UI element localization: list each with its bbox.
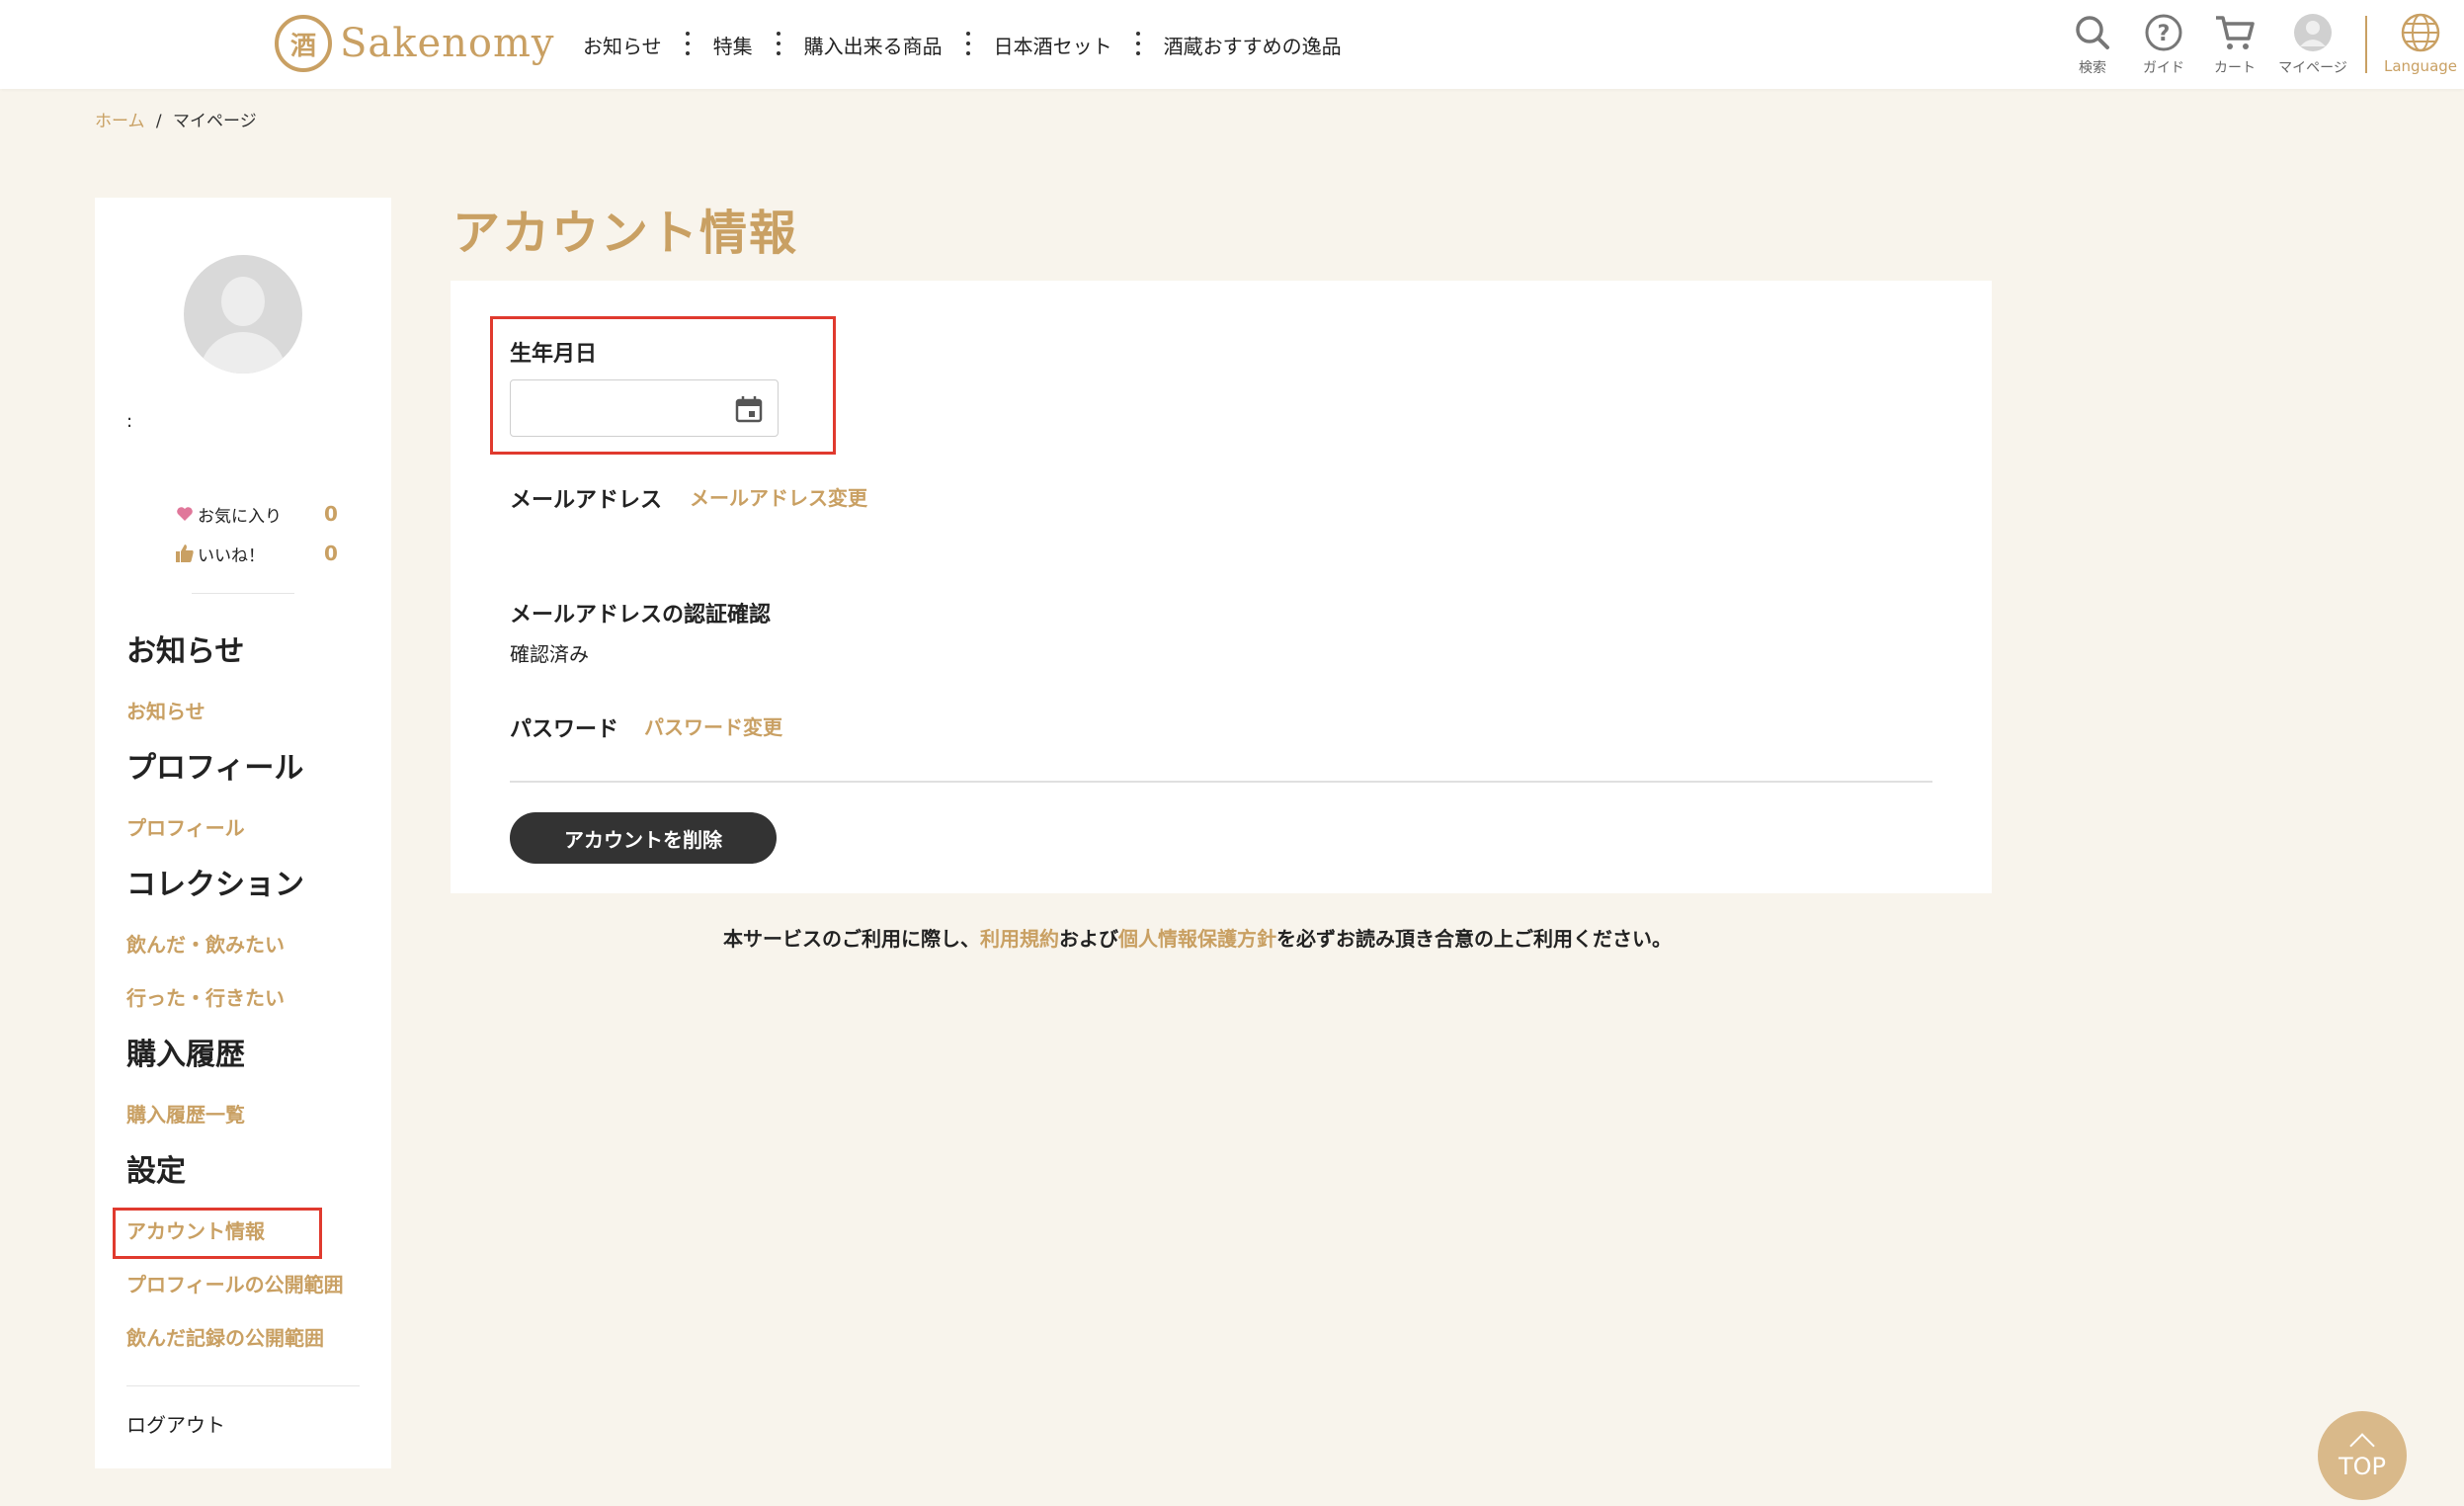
heart-icon — [172, 506, 198, 522]
nav-separator — [674, 32, 701, 57]
delete-account-button[interactable]: アカウントを削除 — [510, 812, 777, 864]
avatar — [184, 255, 302, 374]
sidebar-item-drink-log-visibility[interactable]: 飲んだ記録の公開範囲 — [126, 1322, 364, 1354]
likes-count: 0 — [324, 542, 338, 565]
scroll-to-top-button[interactable]: TOP — [2318, 1411, 2407, 1500]
password-change-link[interactable]: パスワード変更 — [644, 711, 782, 740]
avatar-body — [200, 332, 287, 374]
menu-heading-profile: プロフィール — [126, 751, 304, 786]
header-icons: 検索 ? ガイド カート マイページ Language — [2057, 12, 2464, 77]
search-icon — [2074, 12, 2111, 53]
password-label: パスワード — [510, 717, 619, 742]
guide-label: ガイド — [2143, 60, 2184, 76]
highlight-box-account-info — [113, 1208, 322, 1259]
nav-features[interactable]: 特集 — [713, 31, 753, 59]
breadcrumb: ホーム / マイページ — [95, 107, 257, 131]
nav-news[interactable]: お知らせ — [583, 31, 662, 59]
menu-section-collection: コレクション 飲んだ・飲みたい 行った・行きたい — [126, 866, 364, 1014]
menu-heading-news: お知らせ — [126, 634, 245, 669]
language-button[interactable]: Language — [2377, 12, 2464, 75]
user-stats: お気に入り 0 いいね！ 0 — [172, 494, 338, 573]
likes-label: いいね！ — [198, 545, 265, 566]
email-verify-status: 確認済み — [510, 642, 589, 666]
privacy-policy-link[interactable]: 個人情報保護方針 — [1118, 927, 1276, 951]
birthdate-input[interactable] — [510, 379, 779, 437]
site-logo[interactable]: 酒 Sakenomy — [275, 12, 555, 75]
favorites-stat[interactable]: お気に入り 0 — [172, 494, 338, 534]
terms-notice: 本サービスのご利用に際し、利用規約および個人情報保護方針を必ずお読み頂き合意の上… — [723, 923, 1672, 952]
main-nav: お知らせ 特集 購入出来る商品 日本酒セット 酒蔵おすすめの逸品 — [583, 28, 1342, 61]
sidebar-item-visited[interactable]: 行った・行きたい — [126, 982, 364, 1014]
menu-heading-settings: 設定 — [126, 1154, 186, 1189]
sidebar-item-profile[interactable]: プロフィール — [126, 812, 364, 844]
page-title: アカウント情報 — [452, 206, 799, 261]
email-label: メールアドレス — [510, 488, 663, 513]
email-verify-label: メールアドレスの認証確認 — [510, 603, 772, 628]
divider — [192, 593, 294, 594]
logo-mark-icon: 酒 — [275, 15, 332, 72]
sidebar-item-drank[interactable]: 飲んだ・飲みたい — [126, 929, 364, 961]
mypage-label: マイページ — [2278, 60, 2347, 76]
language-label: Language — [2383, 57, 2458, 75]
logout-link[interactable]: ログアウト — [126, 1409, 225, 1438]
account-info-card: 生年月日 メールアドレス メールアドレス変更 メールアドレスの認証確認 確認済み… — [451, 281, 1992, 893]
sidebar-item-profile-visibility[interactable]: プロフィールの公開範囲 — [126, 1269, 364, 1300]
favorites-label: お気に入り — [198, 506, 282, 527]
calendar-icon[interactable] — [734, 394, 764, 428]
nav-separator — [1124, 32, 1152, 57]
header-divider — [2365, 16, 2367, 73]
sidebar: : お気に入り 0 いいね！ 0 お知らせ お知らせ プロフィール プロフィール… — [95, 198, 391, 1468]
username-display: : — [126, 411, 133, 432]
menu-section-profile: プロフィール プロフィール — [126, 749, 364, 844]
sidebar-item-purchase-history[interactable]: 購入履歴一覧 — [126, 1099, 364, 1130]
guide-icon: ? — [2144, 12, 2183, 53]
cart-button[interactable]: カート — [2199, 12, 2270, 77]
nav-separator — [954, 32, 982, 57]
search-label: 検索 — [2079, 60, 2106, 76]
menu-section-purchase: 購入履歴 購入履歴一覧 — [126, 1036, 364, 1130]
guide-button[interactable]: ? ガイド — [2128, 12, 2199, 77]
avatar-head — [221, 277, 265, 326]
notice-text-post: を必ずお読み頂き合意の上ご利用ください。 — [1276, 927, 1672, 951]
nav-brewery-picks[interactable]: 酒蔵おすすめの逸品 — [1164, 31, 1342, 59]
divider — [126, 1385, 360, 1386]
mypage-avatar-icon — [2293, 12, 2333, 53]
terms-link[interactable]: 利用規約 — [980, 927, 1059, 951]
globe-icon — [2400, 12, 2441, 53]
breadcrumb-home[interactable]: ホーム — [95, 112, 145, 131]
notice-text-pre: 本サービスのご利用に際し、 — [723, 927, 980, 951]
sidebar-item-news[interactable]: お知らせ — [126, 696, 364, 727]
svg-text:?: ? — [2158, 22, 2171, 46]
breadcrumb-separator: / — [155, 112, 162, 131]
search-button[interactable]: 検索 — [2057, 12, 2128, 77]
nav-products[interactable]: 購入出来る商品 — [804, 31, 943, 59]
logo-text: Sakenomy — [340, 21, 555, 66]
site-header: 酒 Sakenomy お知らせ 特集 購入出来る商品 日本酒セット 酒蔵おすすめ… — [0, 0, 2464, 89]
breadcrumb-current: マイページ — [173, 112, 257, 131]
divider — [510, 781, 1932, 783]
birthdate-label: 生年月日 — [510, 342, 598, 367]
thumbs-up-icon — [172, 544, 198, 563]
cart-label: カート — [2214, 60, 2256, 76]
sidebar-menu: お知らせ お知らせ プロフィール プロフィール コレクション 飲んだ・飲みたい … — [126, 632, 364, 1376]
nav-separator — [765, 32, 792, 57]
favorites-count: 0 — [324, 502, 338, 526]
email-change-link[interactable]: メールアドレス変更 — [690, 482, 867, 511]
notice-text-mid: および — [1059, 927, 1118, 951]
nav-sake-set[interactable]: 日本酒セット — [994, 31, 1112, 59]
mypage-button[interactable]: マイページ — [2270, 12, 2355, 77]
likes-stat[interactable]: いいね！ 0 — [172, 534, 338, 573]
cart-icon — [2214, 12, 2256, 53]
menu-heading-collection: コレクション — [126, 868, 304, 902]
menu-heading-purchase: 購入履歴 — [126, 1038, 245, 1072]
menu-section-news: お知らせ お知らせ — [126, 632, 364, 727]
